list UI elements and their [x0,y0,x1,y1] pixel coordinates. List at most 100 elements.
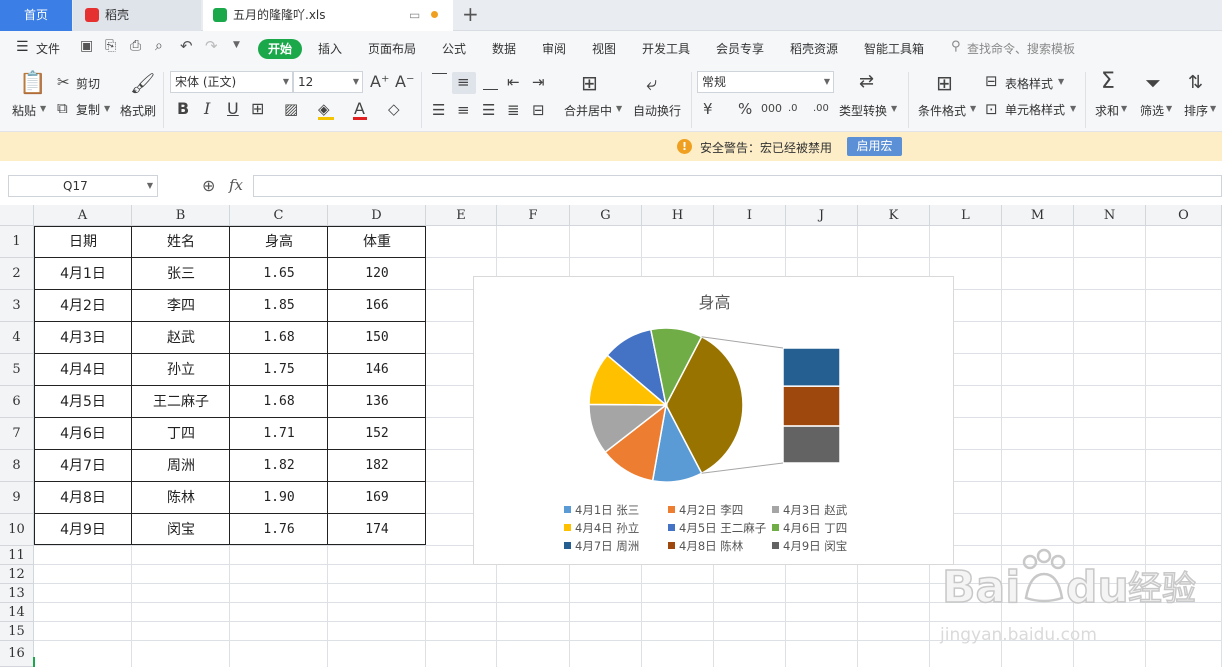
column-header-H[interactable]: H [642,205,714,226]
conditional-format-icon[interactable]: ⊞ [936,72,953,94]
border-icon[interactable]: ⊞ [251,101,264,117]
currency-icon[interactable]: ¥ [703,101,713,117]
column-header-D[interactable]: D [328,205,426,226]
column-header-E[interactable]: E [426,205,497,226]
enable-macro-button[interactable]: 启用宏 [847,137,902,156]
secondary-bar-segment-1[interactable] [782,385,841,427]
copy-icon[interactable]: ⧉ [57,100,68,116]
font-name-select[interactable]: 宋体 (正文) ▼ [170,71,293,93]
menu-daoke-resources[interactable]: 稻壳资源 [790,40,838,57]
row-header-1[interactable]: 1 [0,226,34,258]
menu-start[interactable]: 开始 [258,39,302,59]
row-header-10[interactable]: 10 [0,514,34,546]
table-cell[interactable]: 丁四 [132,418,230,450]
column-header-A[interactable]: A [34,205,132,226]
table-cell[interactable]: 赵武 [132,322,230,354]
copy-dropdown-icon[interactable]: ▼ [104,104,110,113]
paste-icon[interactable]: 📋 [19,72,46,96]
table-cell[interactable]: 1.82 [230,450,328,482]
tab-daoke[interactable]: 稻壳 [73,0,201,31]
cell-style-dropdown-icon[interactable]: ▼ [1070,104,1076,113]
table-cell[interactable]: 4月7日 [34,450,132,482]
column-header-O[interactable]: O [1146,205,1222,226]
row-header-3[interactable]: 3 [0,290,34,322]
redo-icon[interactable]: ↷ [205,37,218,55]
export-icon[interactable]: ⎘ [105,38,116,54]
row-header-11[interactable]: 11 [0,546,34,565]
merge-center-button[interactable]: 合并居中 [564,102,612,119]
table-cell[interactable]: 孙立 [132,354,230,386]
justify-icon[interactable]: ≣ [507,102,520,118]
table-cell[interactable]: 王二麻子 [132,386,230,418]
row-header-12[interactable]: 12 [0,565,34,584]
fill-color-icon[interactable]: ◈ [318,101,330,117]
table-header-cell[interactable]: 姓名 [132,226,230,258]
align-bottom-icon[interactable]: ⎽ [483,74,498,90]
table-cell[interactable]: 136 [328,386,426,418]
row-header-15[interactable]: 15 [0,622,34,641]
print-preview-icon[interactable]: ⌕ [155,38,163,54]
row-header-5[interactable]: 5 [0,354,34,386]
table-header-cell[interactable]: 日期 [34,226,132,258]
thousands-separator-icon[interactable]: 000 [761,101,782,117]
select-all-corner[interactable] [0,205,34,226]
menu-review[interactable]: 审阅 [542,40,566,57]
table-cell[interactable]: 152 [328,418,426,450]
row-header-14[interactable]: 14 [0,603,34,622]
table-cell[interactable]: 120 [328,258,426,290]
table-cell[interactable]: 174 [328,514,426,546]
cell-style-icon[interactable]: ⊡ [985,101,998,117]
menu-insert[interactable]: 插入 [318,40,342,57]
align-center-icon[interactable]: ≡ [457,102,470,118]
cut-button[interactable]: 剪切 [76,75,100,92]
sum-dropdown-icon[interactable]: ▼ [1121,104,1127,113]
distribute-icon[interactable]: ⊟ [532,102,545,118]
menu-smart-tools[interactable]: 智能工具箱 [864,40,924,57]
table-header-cell[interactable]: 身高 [230,226,328,258]
zoom-icon[interactable]: ⊕ [202,176,215,195]
table-style-dropdown-icon[interactable]: ▼ [1058,77,1064,86]
italic-icon[interactable]: I [204,101,210,117]
menu-developer[interactable]: 开发工具 [642,40,690,57]
format-painter-icon[interactable]: 🖌 [130,72,155,94]
table-cell[interactable]: 周洲 [132,450,230,482]
table-cell[interactable]: 169 [328,482,426,514]
conditional-format-dropdown-icon[interactable]: ▼ [970,104,976,113]
sum-icon[interactable]: Σ [1101,70,1115,94]
font-size-select[interactable]: 12 ▼ [293,71,363,93]
row-header-13[interactable]: 13 [0,584,34,603]
table-cell[interactable]: 1.68 [230,386,328,418]
menu-file[interactable]: 文件 [36,40,60,57]
number-format-select[interactable]: 常规 ▼ [697,71,834,93]
table-cell[interactable]: 182 [328,450,426,482]
pie-chart[interactable]: 身高 4月1日 张三 4月2日 李四 4月3日 赵武 4月4日 孙立 4月5日 王二麻子… [473,276,954,565]
paste-dropdown-icon[interactable]: ▼ [40,104,46,113]
wrap-text-icon[interactable]: ⤶ [646,72,657,94]
column-header-I[interactable]: I [714,205,786,226]
secondary-bar-segment-2[interactable] [782,425,841,464]
table-cell[interactable]: 1.90 [230,482,328,514]
row-header-16[interactable]: 16 [0,641,34,667]
fill-pattern-icon[interactable]: ▨ [284,101,298,117]
copy-button[interactable]: 复制 [76,101,100,118]
sort-icon[interactable]: ⇅ [1188,72,1203,94]
table-cell[interactable]: 1.76 [230,514,328,546]
table-cell[interactable]: 陈林 [132,482,230,514]
table-cell[interactable]: 4月6日 [34,418,132,450]
menu-data[interactable]: 数据 [492,40,516,57]
row-header-6[interactable]: 6 [0,386,34,418]
format-painter-button[interactable]: 格式刷 [120,102,156,119]
decrease-decimal-icon[interactable]: .00 [813,101,829,117]
menu-view[interactable]: 视图 [592,40,616,57]
table-cell[interactable]: 4月8日 [34,482,132,514]
merge-center-icon[interactable]: ⊞ [581,72,598,94]
clear-icon[interactable]: ◇ [388,101,400,117]
row-header-7[interactable]: 7 [0,418,34,450]
tab-home[interactable]: 首页 [0,0,72,31]
underline-icon[interactable]: U [227,101,239,117]
row-header-2[interactable]: 2 [0,258,34,290]
percent-icon[interactable]: % [738,101,752,117]
new-tab-plus-icon[interactable]: + [462,2,479,26]
sum-button[interactable]: 求和 [1095,102,1119,119]
align-top-icon[interactable]: ⎺ [432,72,447,88]
